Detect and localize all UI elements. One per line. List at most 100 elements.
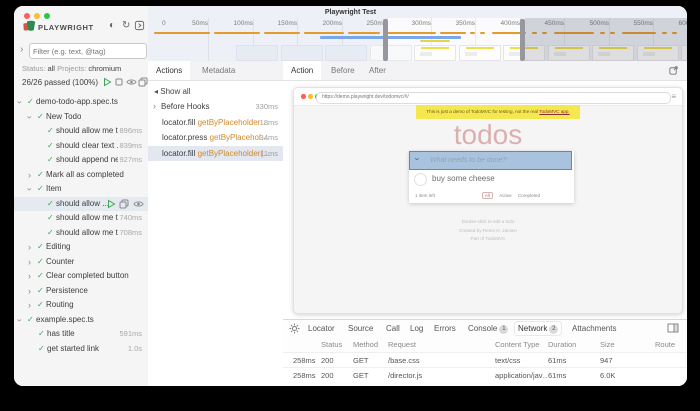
tree-item-spec-file[interactable]: example.spec.ts [14, 313, 148, 328]
test-duration: 591ms [119, 327, 142, 342]
browser-snapshot[interactable]: https://demo.playwright.dev/todomvc/#/ ≡… [293, 87, 683, 314]
filmstrip-thumbnail[interactable] [236, 45, 278, 61]
projects-value[interactable]: chromium [88, 64, 121, 73]
watch-eye-icon[interactable] [133, 199, 143, 209]
chevron-down-icon [14, 101, 27, 104]
action-row-selected[interactable]: locator.fill getByPlaceholder(… 11ms [148, 146, 283, 161]
run-test-icon[interactable] [106, 199, 116, 209]
toggle-all-chevron-icon: › [413, 158, 423, 161]
snapshot-traffic-minimize-icon [308, 94, 313, 99]
tab-after[interactable]: After [361, 61, 394, 80]
network-row[interactable]: 258ms200 GET/director.js application/jav… [283, 367, 687, 382]
watch-all-eye-icon[interactable] [126, 77, 137, 88]
tree-item-group[interactable]: Editing [14, 240, 148, 255]
tree-item-group[interactable]: New Todo [14, 110, 148, 125]
chevron-down-icon [14, 318, 27, 321]
tick-label: 250ms [350, 20, 386, 27]
snapshot-chrome-bar: https://demo.playwright.dev/todomvc/#/ ≡ [294, 88, 682, 106]
tree-item-spec-file[interactable]: demo-todo-app.spec.ts [14, 95, 148, 110]
split-view-icon[interactable] [667, 323, 679, 333]
tab-action[interactable]: Action [283, 61, 321, 80]
pass-check-icon [37, 284, 44, 299]
pass-summary: 26/26 passed (100%) [22, 78, 98, 87]
network-table-header: Status MethodRequest Content TypeDuratio… [283, 337, 687, 352]
tab-actions[interactable]: Actions [148, 61, 190, 80]
action-duration: 11ms [260, 146, 278, 161]
sidebar: PLAYWRIGHT ◐ ↻ › Status: all Projects: c… [14, 6, 149, 386]
tree-item-test[interactable]: has title591ms [14, 327, 148, 342]
timeline-range-handle-right[interactable] [520, 19, 525, 61]
chevron-right-icon: › [153, 99, 156, 114]
tree-item-test-selected[interactable]: should allow ... [14, 197, 148, 212]
pass-check-icon [37, 240, 44, 255]
todo-item-row: buy some cheese [409, 170, 574, 189]
filter-status-line: Status: all Projects: chromium [22, 64, 121, 73]
tab-metadata[interactable]: Metadata [194, 61, 243, 80]
stop-icon[interactable] [114, 77, 125, 88]
tree-item-label: Counter [46, 255, 74, 270]
action-name: locator.press [162, 133, 207, 142]
timeline-range-handle-left[interactable] [383, 19, 388, 61]
tree-item-test[interactable]: should clear text ...839ms [14, 139, 148, 154]
tree-item-group[interactable]: Counter [14, 255, 148, 270]
test-duration: 927ms [119, 153, 142, 168]
tree-item-group[interactable]: Routing [14, 298, 148, 313]
tab-attachments[interactable]: Attachments [569, 322, 619, 335]
test-duration: 839ms [119, 139, 142, 154]
settings-gear-icon[interactable] [289, 323, 300, 334]
filter-active: Active [499, 193, 512, 198]
network-row[interactable]: 258ms200 GET/base.css text/css61ms 947 [283, 352, 687, 367]
filmstrip-thumbnail[interactable] [414, 45, 456, 61]
tab-log[interactable]: Log [407, 322, 426, 335]
tab-errors[interactable]: Errors [431, 322, 459, 335]
show-all-link[interactable]: Show all [154, 87, 191, 96]
filter-input[interactable] [29, 43, 147, 59]
tree-item-label: get started link [47, 342, 99, 357]
tick-label: 100ms [217, 20, 253, 27]
action-row[interactable]: locator.fill getByPlaceholder… 18ms [148, 115, 283, 130]
tab-console[interactable]: Console1 [465, 322, 511, 335]
open-snapshot-external-icon[interactable] [668, 65, 679, 76]
todo-footer: 1 item left All Active Completed [409, 188, 574, 203]
pass-check-icon [47, 124, 54, 139]
tree-item-label: example.spec.ts [36, 313, 94, 328]
tab-call[interactable]: Call [383, 322, 403, 335]
tab-locator[interactable]: Locator [305, 322, 338, 335]
open-panel-icon[interactable] [134, 20, 145, 31]
tree-item-group[interactable]: Mark all as completed [14, 168, 148, 183]
tree-item-label: should allow me t... [56, 124, 118, 139]
selected-action-timeline-bar [320, 36, 461, 39]
tree-item-test[interactable]: should allow me t...896ms [14, 124, 148, 139]
test-duration: 1.0s [128, 342, 142, 357]
tree-item-test[interactable]: get started link 1.0s [14, 342, 148, 357]
action-name: locator.fill [162, 149, 195, 158]
todo-partof-line: Part of TodoMVC [294, 236, 682, 241]
filmstrip-thumbnail[interactable] [370, 45, 412, 61]
tree-item-test[interactable]: should allow me t...740ms [14, 211, 148, 226]
action-row[interactable]: locator.press getByPlacehol… 34ms [148, 130, 283, 145]
reload-icon[interactable]: ↻ [122, 20, 130, 32]
filter-all: All [482, 192, 493, 199]
chevron-right-icon [28, 298, 31, 313]
dark-mode-icon[interactable]: ◐ [109, 20, 115, 32]
items-left-count: 1 item left [415, 188, 435, 203]
tree-item-test[interactable]: should allow me t...708ms [14, 226, 148, 241]
tab-network[interactable]: Network2 [515, 322, 561, 335]
tree-item-group[interactable]: Clear completed button [14, 269, 148, 284]
filmstrip-thumbnail[interactable] [281, 45, 323, 61]
action-row-before-hooks[interactable]: › Before Hooks 330ms [148, 99, 283, 114]
pass-check-icon [38, 327, 45, 342]
filmstrip-thumbnail[interactable] [459, 45, 501, 61]
tree-item-group[interactable]: Persistence [14, 284, 148, 299]
todos-app-title: todos [294, 119, 682, 151]
tab-before[interactable]: Before [323, 61, 363, 80]
tree-item-group[interactable]: Item [14, 182, 148, 197]
tab-source[interactable]: Source [345, 322, 376, 335]
status-value[interactable]: all [47, 64, 55, 73]
tree-item-label: should append ne... [56, 153, 118, 168]
filter-expand-chevron-icon[interactable]: › [20, 44, 23, 55]
tree-item-test[interactable]: should append ne...927ms [14, 153, 148, 168]
filmstrip-thumbnail[interactable] [325, 45, 367, 61]
run-all-icon[interactable] [102, 77, 113, 88]
copy-icon[interactable] [119, 199, 129, 209]
